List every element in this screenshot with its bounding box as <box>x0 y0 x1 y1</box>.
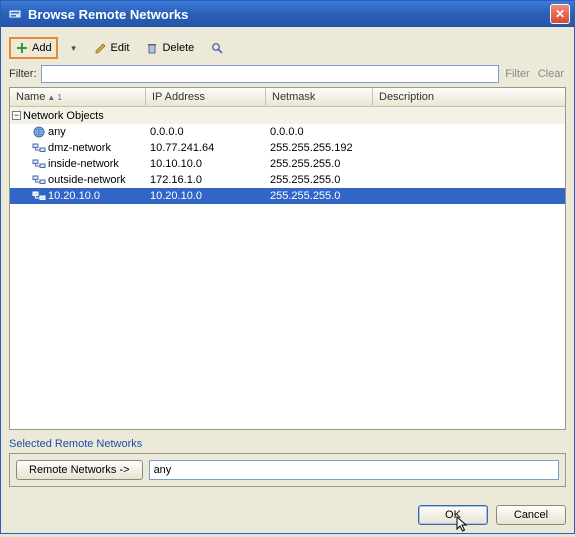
cell-netmask: 255.255.255.0 <box>266 190 373 202</box>
column-netmask[interactable]: Netmask <box>266 88 373 106</box>
group-row[interactable]: − Network Objects <box>10 107 565 124</box>
column-ip[interactable]: IP Address <box>146 88 266 106</box>
cell-netmask: 255.255.255.0 <box>266 174 373 186</box>
edit-button[interactable]: Edit <box>88 37 136 59</box>
row-name-text: any <box>48 126 66 138</box>
network-grid: Name ▲ 1 IP Address Netmask Description … <box>9 87 566 430</box>
grid-header: Name ▲ 1 IP Address Netmask Description <box>10 88 565 107</box>
chevron-down-icon: ▼ <box>70 44 78 53</box>
row-name-text: dmz-network <box>48 142 111 154</box>
selected-panel: Remote Networks -> <box>9 453 566 487</box>
add-label: Add <box>32 42 52 54</box>
cell-ip: 10.20.10.0 <box>146 190 266 202</box>
column-description[interactable]: Description <box>373 88 565 106</box>
cell-name: dmz-network <box>10 141 146 155</box>
group-label: Network Objects <box>23 110 104 122</box>
cell-name: 10.20.10.0 <box>10 189 146 203</box>
ok-button[interactable]: OK <box>418 505 488 525</box>
add-button[interactable]: Add <box>9 37 58 59</box>
row-name-text: 10.20.10.0 <box>48 190 100 202</box>
table-row[interactable]: outside-network 172.16.1.0255.255.255.0 <box>10 172 565 188</box>
cell-netmask: 255.255.255.0 <box>266 158 373 170</box>
delete-button[interactable]: Delete <box>139 37 200 59</box>
network-icon <box>32 173 46 187</box>
plus-icon <box>15 41 29 55</box>
delete-label: Delete <box>162 42 194 54</box>
cell-ip: 0.0.0.0 <box>146 126 266 138</box>
dialog-window: Browse Remote Networks ✕ Add ▼ Edit <box>0 0 575 534</box>
pencil-icon <box>94 41 108 55</box>
sort-indicator: ▲ 1 <box>47 93 62 102</box>
network-icon <box>32 141 46 155</box>
assign-button[interactable]: Remote Networks -> <box>16 460 143 480</box>
cancel-button[interactable]: Cancel <box>496 505 566 525</box>
network-icon <box>32 189 46 203</box>
filter-clear-button[interactable]: Clear <box>536 67 566 81</box>
network-icon <box>32 157 46 171</box>
selected-section-title: Selected Remote Networks <box>9 438 566 450</box>
trash-icon <box>145 41 159 55</box>
table-row[interactable]: any 0.0.0.00.0.0.0 <box>10 124 565 140</box>
filter-input[interactable] <box>41 65 500 83</box>
find-button[interactable] <box>204 37 230 59</box>
add-dropdown[interactable]: ▼ <box>62 40 84 57</box>
titlebar: Browse Remote Networks ✕ <box>1 1 574 27</box>
search-icon <box>210 41 224 55</box>
filter-row: Filter: Filter Clear <box>9 65 566 83</box>
content-area: Add ▼ Edit Delete Fi <box>1 27 574 495</box>
cell-ip: 172.16.1.0 <box>146 174 266 186</box>
toolbar: Add ▼ Edit Delete <box>9 35 566 65</box>
column-name[interactable]: Name ▲ 1 <box>10 88 146 106</box>
filter-label: Filter: <box>9 68 37 80</box>
cell-name: inside-network <box>10 157 146 171</box>
cell-ip: 10.10.10.0 <box>146 158 266 170</box>
table-row[interactable]: dmz-network 10.77.241.64255.255.255.192 <box>10 140 565 156</box>
close-button[interactable]: ✕ <box>550 4 570 24</box>
grid-body[interactable]: − Network Objects any 0.0.0.00.0.0.0 dmz-n… <box>10 107 565 429</box>
table-row[interactable]: inside-network 10.10.10.0255.255.255.0 <box>10 156 565 172</box>
cell-name: outside-network <box>10 173 146 187</box>
cell-netmask: 0.0.0.0 <box>266 126 373 138</box>
filter-apply-button[interactable]: Filter <box>503 67 531 81</box>
globe-icon <box>32 125 46 139</box>
table-row[interactable]: 10.20.10.010.20.10.0255.255.255.0 <box>10 188 565 204</box>
cell-name: any <box>10 125 146 139</box>
column-name-label: Name <box>16 91 45 103</box>
selected-value-input[interactable] <box>149 460 559 480</box>
cell-netmask: 255.255.255.192 <box>266 142 373 154</box>
row-name-text: outside-network <box>48 174 126 186</box>
edit-label: Edit <box>111 42 130 54</box>
cell-ip: 10.77.241.64 <box>146 142 266 154</box>
dialog-footer: OK Cancel <box>1 495 574 533</box>
app-icon <box>7 6 23 22</box>
window-title: Browse Remote Networks <box>28 7 550 22</box>
collapse-toggle[interactable]: − <box>12 111 21 120</box>
row-name-text: inside-network <box>48 158 119 170</box>
